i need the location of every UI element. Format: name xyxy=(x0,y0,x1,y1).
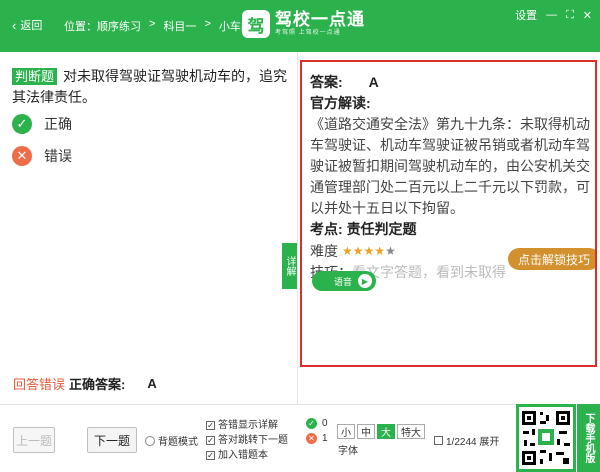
voice-label: 语音 xyxy=(333,276,352,287)
pager-text: 1/2244 展开 xyxy=(446,437,500,448)
minimize-icon[interactable]: — xyxy=(546,9,557,21)
official-explanation: 《道路交通安全法》第九十九条：未取得机动车驾驶证、机动车驾驶证被吊销或者机动车驾… xyxy=(310,116,590,216)
result-wrong-label: 回答错误 xyxy=(13,377,66,392)
star-empty-icon: ★ xyxy=(385,244,396,258)
download-app-label: 下载手机版 xyxy=(576,404,600,472)
analysis-panel: 答案: A 官方解读: 《道路交通安全法》第九十九条：未取得机动车驾驶证、机动车驾… xyxy=(300,60,597,367)
wrong-count: ✕ 1 xyxy=(306,433,328,444)
voice-play-button[interactable]: 语音 ▶ xyxy=(312,271,376,291)
question-type-badge: 判断题 xyxy=(12,68,58,85)
breadcrumb-location: 位置：顺序练习 xyxy=(64,21,141,33)
correct-answer-label: 正确答案: xyxy=(69,377,126,392)
font-size-small[interactable]: 小 xyxy=(337,424,355,439)
next-question-button[interactable]: 下一题 xyxy=(87,427,137,453)
point-value: 责任判定题 xyxy=(346,221,417,237)
correct-answer-value: A xyxy=(147,376,157,391)
play-icon: ▶ xyxy=(358,274,372,288)
point-row: 考点: 责任判定题 xyxy=(310,219,595,240)
difficulty-label: 难度 xyxy=(310,242,338,259)
font-size-large[interactable]: 大 xyxy=(377,424,395,439)
fullscreen-icon[interactable]: ⛶ xyxy=(566,9,574,22)
recite-mode-label: 背题模式 xyxy=(158,437,198,448)
font-size-xlarge[interactable]: 特大 xyxy=(397,424,425,439)
breadcrumb-separator: > xyxy=(149,18,156,30)
star-filled-icon: ★ xyxy=(352,244,364,258)
font-size-medium[interactable]: 中 xyxy=(357,424,375,439)
checkbox-checked-icon: ✓ xyxy=(206,436,215,445)
answer-label: 答案: xyxy=(310,74,343,90)
qr-code xyxy=(516,404,576,472)
point-label: 考点: xyxy=(310,221,343,237)
settings-button[interactable]: 设置 xyxy=(515,7,537,23)
pane-divider xyxy=(297,52,298,404)
answer-row: 答案: A xyxy=(310,72,595,93)
detail-toggle-tab[interactable]: 详解 xyxy=(282,243,297,289)
logo-mark: 驾 xyxy=(242,10,270,38)
answer-value: A xyxy=(368,74,379,90)
correct-count-value: 0 xyxy=(322,418,328,429)
official-label: 官方解读: xyxy=(310,95,371,111)
checkbox-label: 答对跳转下一题 xyxy=(218,435,288,446)
question-text-block: 判断题 对未取得驾驶证驾驶机动车的，追究其法律责任。 xyxy=(12,66,287,108)
grid-icon xyxy=(434,436,443,445)
breadcrumb-subject: 科目一 xyxy=(163,21,197,33)
option-label: 错误 xyxy=(44,148,72,164)
star-filled-icon: ★ xyxy=(374,244,386,258)
chevron-left-icon: ‹ xyxy=(12,17,17,33)
font-size-label: 字体 xyxy=(338,446,358,457)
recite-mode-radio[interactable]: 背题模式 xyxy=(145,433,198,448)
checkbox-checked-icon: ✓ xyxy=(206,451,215,460)
qr-code-icon xyxy=(519,407,573,469)
question-pane: 判断题 对未取得驾驶证驾驶机动车的，追究其法律责任。 ✓ 正确 ✕ 错误 回答错误… xyxy=(0,52,297,404)
checkbox-label: 答错显示详解 xyxy=(218,420,278,431)
correct-count: ✓ 0 xyxy=(306,418,328,429)
back-button[interactable]: ‹ 返回 xyxy=(12,17,42,33)
option-correct[interactable]: ✓ 正确 xyxy=(12,114,72,134)
font-size-selector: 小 中 大 特大 xyxy=(337,424,425,439)
logo-name: 驾校一点通 xyxy=(275,10,365,29)
radio-icon xyxy=(145,435,155,446)
window-controls: 设置 — ⛶ ✕ xyxy=(515,7,592,23)
difficulty-stars: ★★★★★ xyxy=(342,240,396,262)
breadcrumb-separator: > xyxy=(204,18,211,30)
back-label: 返回 xyxy=(20,20,43,32)
cross-circle-icon: ✕ xyxy=(12,146,32,166)
checkbox-label: 加入错题本 xyxy=(218,450,268,461)
check-circle-icon: ✓ xyxy=(12,114,32,134)
checkbox-checked-icon: ✓ xyxy=(206,421,215,430)
option-wrong[interactable]: ✕ 错误 xyxy=(12,146,72,166)
wrong-count-value: 1 xyxy=(322,433,328,444)
checkbox-auto-next[interactable]: ✓ 答对跳转下一题 xyxy=(206,433,288,448)
checkbox-add-wrongbook[interactable]: ✓ 加入错题本 xyxy=(206,448,288,463)
option-checkboxes: ✓ 答错显示详解 ✓ 答对跳转下一题 ✓ 加入错题本 xyxy=(206,418,288,463)
close-icon[interactable]: ✕ xyxy=(583,9,592,22)
app-header: ‹ 返回 位置：顺序练习 > 科目一 > 小车类 驾 驾校一点通 考驾照 上驾校… xyxy=(0,0,600,52)
app-logo: 驾 驾校一点通 考驾照 上驾校一点通 xyxy=(242,10,365,38)
prev-question-button[interactable]: 上一题 xyxy=(13,427,55,453)
star-filled-icon: ★ xyxy=(363,244,375,258)
answer-result: 回答错误 正确答案: A xyxy=(13,374,157,393)
question-pager[interactable]: 1/2244 展开 xyxy=(434,433,499,448)
checkbox-show-detail[interactable]: ✓ 答错显示详解 xyxy=(206,418,288,433)
logo-slogan: 考驾照 上驾校一点通 xyxy=(275,30,341,36)
option-label: 正确 xyxy=(44,116,72,132)
star-filled-icon: ★ xyxy=(342,244,353,258)
footer-bar: 上一题 下一题 背题模式 ✓ 答错显示详解 ✓ 答对跳转下一题 ✓ 加入错题本 … xyxy=(0,404,600,472)
check-icon: ✓ xyxy=(306,418,317,429)
unlock-tip-button[interactable]: 点击解锁技巧 xyxy=(508,248,595,270)
cross-icon: ✕ xyxy=(306,433,317,444)
download-app-qr[interactable]: 下载手机版 xyxy=(516,404,600,472)
breadcrumb: 位置：顺序练习 > 科目一 > 小车类 xyxy=(64,18,252,34)
